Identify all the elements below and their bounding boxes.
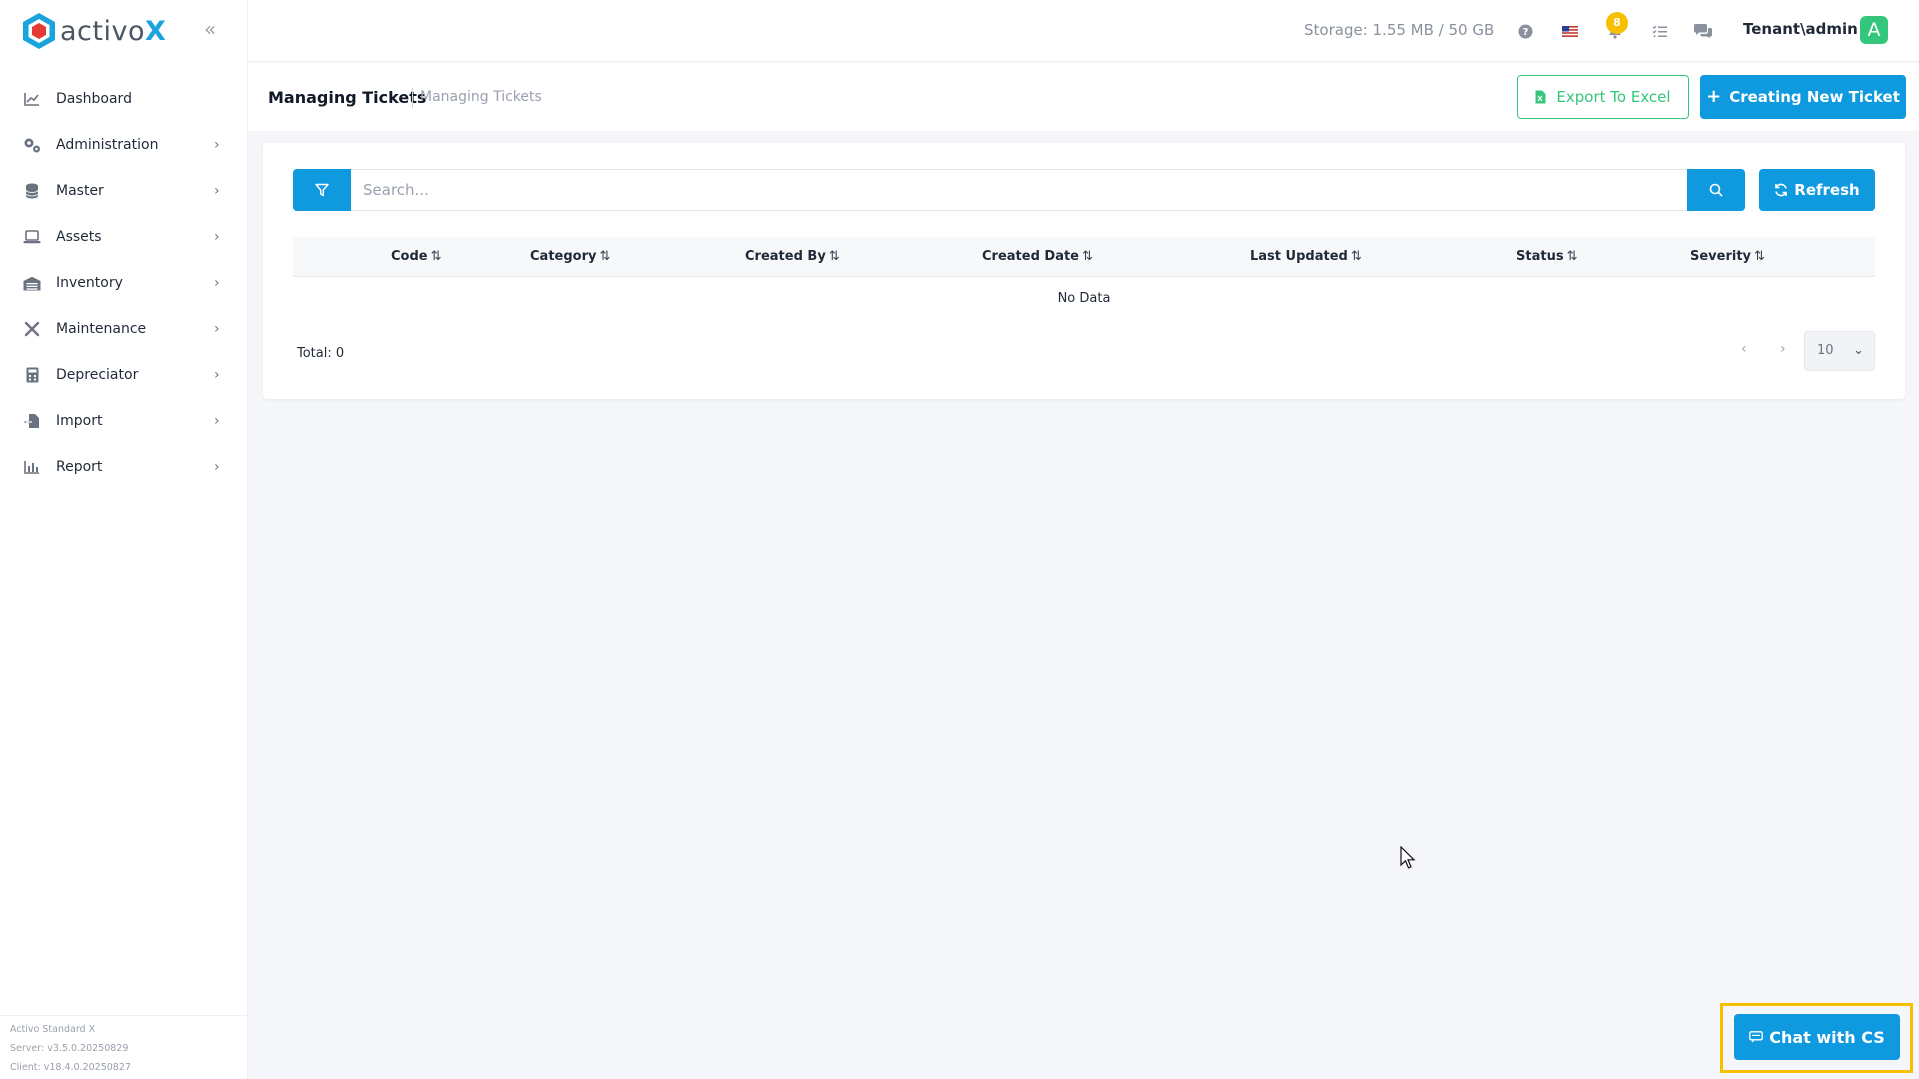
column-header-created-by[interactable]: Created By ⇅: [745, 249, 840, 264]
sidebar-item-assets[interactable]: Assets ›: [0, 214, 247, 260]
breadcrumb-divider: [412, 88, 413, 108]
gears-icon: [22, 135, 42, 155]
task-list-icon[interactable]: [1648, 20, 1670, 42]
empty-table-message: No Data: [1057, 291, 1111, 306]
refresh-label: Refresh: [1794, 181, 1860, 199]
sidebar-item-label: Depreciator: [56, 367, 139, 383]
file-import-icon: [22, 411, 42, 431]
logo-text: activoX: [60, 15, 167, 47]
sidebar-item-label: Assets: [56, 229, 102, 245]
version-info: Activo Standard X Server: v3.5.0.2025082…: [0, 1015, 248, 1079]
sidebar-item-inventory[interactable]: Inventory ›: [0, 260, 247, 306]
sidebar-item-report[interactable]: Report ›: [0, 444, 247, 490]
sidebar: activoX « Dashboard Administration › Mas…: [0, 0, 248, 1079]
refresh-button[interactable]: Refresh: [1759, 169, 1875, 211]
sidebar-nav: Dashboard Administration › Master › Asse…: [0, 76, 247, 490]
sidebar-item-maintenance[interactable]: Maintenance ›: [0, 306, 247, 352]
sidebar-item-label: Import: [56, 413, 103, 429]
laptop-icon: [22, 227, 42, 247]
plus-icon: +: [1706, 86, 1722, 107]
chevron-right-icon: ›: [214, 413, 220, 429]
sort-icon: ⇅: [599, 249, 611, 264]
filter-button[interactable]: [293, 169, 351, 211]
page-size-select[interactable]: 10 ⌄: [1804, 331, 1875, 371]
collapse-sidebar-icon[interactable]: «: [204, 18, 224, 40]
page-header: Managing Tickets Managing Tickets Export…: [248, 63, 1919, 131]
page-size-value: 10: [1817, 343, 1834, 358]
chat-bubbles-icon[interactable]: [1692, 20, 1714, 42]
export-excel-button[interactable]: Export To Excel: [1517, 75, 1689, 119]
sidebar-item-label: Inventory: [56, 275, 123, 291]
us-flag-icon[interactable]: [1559, 20, 1581, 42]
chevron-right-icon: ›: [214, 183, 220, 199]
mouse-cursor-icon: [1400, 846, 1416, 869]
column-header-category[interactable]: Category ⇅: [530, 249, 610, 264]
sidebar-item-administration[interactable]: Administration ›: [0, 122, 247, 168]
sort-icon: ⇅: [828, 249, 840, 264]
chevron-right-icon: ›: [214, 321, 220, 337]
total-count: Total: 0: [297, 346, 345, 361]
sidebar-item-master[interactable]: Master ›: [0, 168, 247, 214]
chat-with-cs-label: Chat with CS: [1769, 1027, 1885, 1047]
search-icon: [1709, 183, 1723, 197]
sort-icon: ⇅: [1350, 249, 1362, 264]
breadcrumb[interactable]: Managing Tickets: [420, 89, 542, 105]
search-input[interactable]: [351, 169, 1687, 211]
topbar: Storage: 1.55 MB / 50 GB ? 8 Tenant\admi…: [248, 0, 1919, 62]
sidebar-item-label: Maintenance: [56, 321, 147, 337]
create-ticket-label: Creating New Ticket: [1729, 88, 1900, 106]
server-version: Server: v3.5.0.20250829: [10, 1043, 129, 1054]
sort-icon: ⇅: [1754, 249, 1765, 264]
column-header-created-date[interactable]: Created Date ⇅: [982, 249, 1093, 264]
chat-icon: [1749, 1031, 1764, 1043]
sidebar-item-label: Report: [56, 459, 103, 475]
product-version: Activo Standard X: [10, 1024, 96, 1035]
chevron-right-icon: ›: [214, 275, 220, 291]
file-excel-icon: [1535, 90, 1546, 104]
sidebar-item-dashboard[interactable]: Dashboard: [0, 76, 247, 122]
filter-icon: [315, 183, 329, 197]
chart-line-icon: [22, 89, 42, 109]
sidebar-item-label: Administration: [56, 137, 159, 153]
calculator-icon: [22, 365, 42, 385]
next-page-icon[interactable]: ›: [1780, 341, 1786, 357]
sidebar-item-label: Master: [56, 183, 104, 199]
export-excel-label: Export To Excel: [1556, 88, 1671, 106]
sort-icon: ⇅: [1082, 249, 1093, 264]
help-icon[interactable]: ?: [1514, 20, 1536, 42]
chart-bar-icon: [22, 457, 42, 477]
activo-logo-icon: [23, 13, 55, 49]
chevron-right-icon: ›: [214, 229, 220, 245]
search-button[interactable]: [1687, 169, 1745, 211]
sidebar-item-import[interactable]: Import ›: [0, 398, 247, 444]
column-header-status[interactable]: Status ⇅: [1516, 249, 1577, 264]
chevron-right-icon: ›: [214, 137, 220, 153]
column-header-severity[interactable]: Severity ⇅: [1690, 249, 1765, 264]
sidebar-item-depreciator[interactable]: Depreciator ›: [0, 352, 247, 398]
table-header: Code ⇅ Category ⇅ Created By ⇅ Created Date…: [293, 237, 1875, 277]
database-icon: [22, 181, 42, 201]
svg-text:?: ?: [1522, 27, 1528, 38]
client-version: Client: v18.4.0.20250827: [10, 1062, 131, 1073]
chevron-right-icon: ›: [214, 459, 220, 475]
sort-icon: ⇅: [1566, 249, 1578, 264]
prev-page-icon[interactable]: ‹: [1741, 341, 1747, 357]
notification-badge: 8: [1606, 12, 1628, 34]
sort-icon: ⇅: [430, 249, 442, 264]
create-ticket-button[interactable]: + Creating New Ticket: [1700, 75, 1906, 119]
avatar[interactable]: A: [1860, 16, 1888, 44]
user-name[interactable]: Tenant\admin: [1743, 20, 1858, 38]
column-header-last-updated[interactable]: Last Updated ⇅: [1250, 249, 1362, 264]
tickets-card: Refresh Code⇅ Category⇅ Created By⇅ Crea…: [263, 143, 1905, 399]
storage-usage: Storage: 1.55 MB / 50 GB: [1304, 21, 1495, 39]
column-header-code[interactable]: Code ⇅: [391, 249, 442, 264]
chevron-right-icon: ›: [214, 367, 220, 383]
warehouse-icon: [22, 273, 42, 293]
chat-with-cs-button[interactable]: Chat with CS: [1734, 1014, 1900, 1060]
chevron-down-icon: ⌄: [1853, 343, 1864, 358]
refresh-icon: [1775, 183, 1788, 197]
sidebar-item-label: Dashboard: [56, 91, 132, 107]
tools-icon: [22, 319, 42, 339]
page-title: Managing Tickets: [268, 88, 427, 107]
